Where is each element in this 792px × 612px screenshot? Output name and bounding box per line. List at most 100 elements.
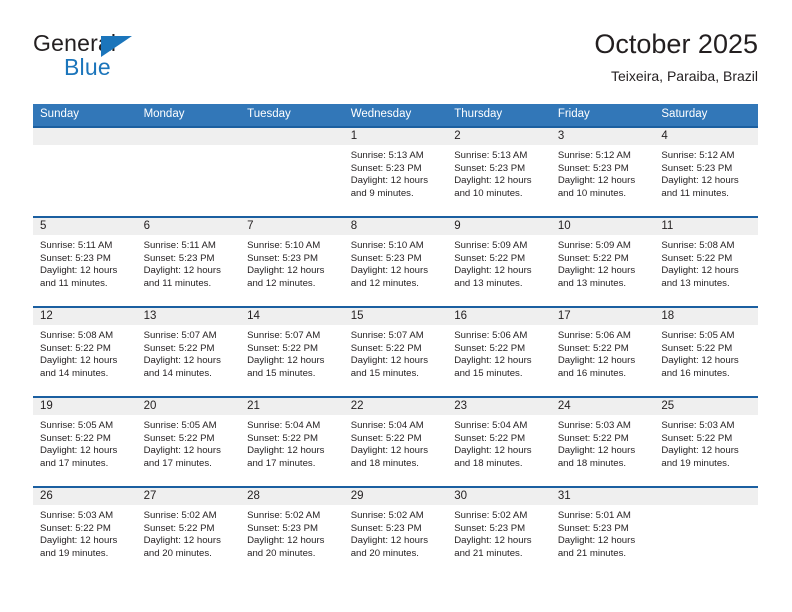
sun-times-line: Sunset: 5:23 PM bbox=[557, 522, 629, 534]
sun-times-line: Daylight: 12 hours bbox=[557, 535, 636, 547]
calendar-body: 1 Sunrise: 5:13 AM Sunset: 5:23 PM Daylight… bbox=[33, 126, 758, 576]
sun-times-details: Sunrise: 5:10 AM Sunset: 5:23 PM Daylight:… bbox=[240, 235, 344, 290]
sun-times-line: Sunrise: 5:07 AM bbox=[143, 330, 217, 341]
day-number: 26 bbox=[33, 488, 137, 505]
calendar-cell: 6 Sunrise: 5:11 AM Sunset: 5:23 PM Daylight… bbox=[136, 216, 241, 307]
day-number: 30 bbox=[447, 488, 551, 505]
sun-times-line: Sunrise: 5:02 AM bbox=[247, 510, 321, 521]
day-cell[interactable]: 25 Sunrise: 5:03 AM Sunset: 5:22 PM Dayligh… bbox=[654, 398, 758, 486]
brand-name-blue: Blue bbox=[64, 54, 111, 80]
calendar-grid: Sunday Monday Tuesday Wednesday Thursday Frid… bbox=[33, 104, 758, 576]
sun-times-line: Sunset: 5:22 PM bbox=[661, 252, 733, 264]
day-cell[interactable]: 20 Sunrise: 5:05 AM Sunset: 5:22 PM Dayligh… bbox=[136, 398, 241, 486]
day-cell[interactable]: 13 Sunrise: 5:07 AM Sunset: 5:22 PM Dayligh… bbox=[136, 308, 241, 396]
day-cell[interactable]: 8 Sunrise: 5:10 AM Sunset: 5:23 PM Daylight… bbox=[343, 218, 448, 306]
brand-logo[interactable]: General Blue bbox=[33, 28, 263, 86]
sun-times-line: and 11 minutes. bbox=[40, 277, 108, 289]
day-cell[interactable]: 24 Sunrise: 5:03 AM Sunset: 5:22 PM Dayligh… bbox=[550, 398, 655, 486]
day-number: 28 bbox=[240, 488, 344, 505]
day-cell[interactable]: 19 Sunrise: 5:05 AM Sunset: 5:22 PM Dayligh… bbox=[33, 398, 137, 486]
sun-times-details: Sunrise: 5:09 AM Sunset: 5:22 PM Daylight:… bbox=[447, 235, 551, 290]
sun-times-details: Sunrise: 5:05 AM Sunset: 5:22 PM Daylight:… bbox=[654, 325, 758, 380]
sun-times-line: Daylight: 12 hours bbox=[557, 175, 636, 187]
day-cell[interactable]: 5 Sunrise: 5:11 AM Sunset: 5:23 PM Daylight… bbox=[33, 218, 137, 306]
day-cell[interactable]: 21 Sunrise: 5:04 AM Sunset: 5:22 PM Dayligh… bbox=[240, 398, 344, 486]
sun-times-line: Sunset: 5:22 PM bbox=[350, 432, 422, 444]
day-cell[interactable]: 27 Sunrise: 5:02 AM Sunset: 5:22 PM Dayligh… bbox=[136, 488, 241, 576]
sun-times-line: Sunrise: 5:06 AM bbox=[557, 330, 631, 341]
sun-times-line: Sunset: 5:23 PM bbox=[247, 252, 319, 264]
sun-times-line: and 16 minutes. bbox=[661, 367, 730, 379]
day-cell[interactable]: 14 Sunrise: 5:07 AM Sunset: 5:22 PM Dayligh… bbox=[240, 308, 344, 396]
day-number: 12 bbox=[33, 308, 137, 325]
sun-times-line: and 14 minutes. bbox=[40, 367, 109, 379]
sun-times-line: Sunset: 5:23 PM bbox=[350, 162, 422, 174]
sun-times-line: Daylight: 12 hours bbox=[143, 355, 221, 367]
calendar-weekday-header-row: Sunday Monday Tuesday Wednesday Thursday Frid… bbox=[33, 104, 758, 127]
day-cell-empty bbox=[654, 488, 758, 576]
sun-times-details: Sunrise: 5:04 AM Sunset: 5:22 PM Daylight:… bbox=[344, 415, 448, 470]
sun-times-details: Sunrise: 5:03 AM Sunset: 5:22 PM Daylight:… bbox=[551, 415, 655, 470]
day-number: 27 bbox=[136, 488, 241, 505]
day-cell[interactable]: 3 Sunrise: 5:12 AM Sunset: 5:23 PM Daylight… bbox=[550, 128, 655, 216]
sun-times-line: Sunset: 5:22 PM bbox=[454, 432, 526, 444]
sun-times-line: Daylight: 12 hours bbox=[40, 535, 118, 547]
sun-times-line: and 21 minutes. bbox=[557, 547, 627, 559]
sun-times-line: and 11 minutes. bbox=[143, 277, 212, 289]
day-cell[interactable]: 2 Sunrise: 5:13 AM Sunset: 5:23 PM Daylight… bbox=[447, 128, 551, 216]
sun-times-details: Sunrise: 5:04 AM Sunset: 5:22 PM Daylight:… bbox=[240, 415, 344, 470]
sun-times-details: Sunrise: 5:02 AM Sunset: 5:23 PM Daylight:… bbox=[344, 505, 448, 560]
day-cell[interactable]: 18 Sunrise: 5:05 AM Sunset: 5:22 PM Dayligh… bbox=[654, 308, 758, 396]
sun-times-line: and 12 minutes. bbox=[350, 277, 419, 289]
day-number: 5 bbox=[33, 218, 137, 235]
day-cell-empty bbox=[240, 128, 344, 216]
day-cell[interactable]: 28 Sunrise: 5:02 AM Sunset: 5:23 PM Dayligh… bbox=[240, 488, 344, 576]
calendar-week-row: 19 Sunrise: 5:05 AM Sunset: 5:22 PM Dayligh… bbox=[33, 396, 758, 487]
sun-times-line: Sunset: 5:23 PM bbox=[661, 162, 733, 174]
day-number: 31 bbox=[550, 488, 655, 505]
page-subtitle-location: Teixeira, Paraiba, Brazil bbox=[610, 68, 758, 84]
day-number bbox=[136, 128, 241, 145]
sun-times-line: Sunrise: 5:04 AM bbox=[247, 420, 321, 431]
day-cell[interactable]: 10 Sunrise: 5:09 AM Sunset: 5:22 PM Dayligh… bbox=[550, 218, 655, 306]
day-cell[interactable]: 29 Sunrise: 5:02 AM Sunset: 5:23 PM Dayligh… bbox=[343, 488, 448, 576]
day-cell[interactable]: 23 Sunrise: 5:04 AM Sunset: 5:22 PM Dayligh… bbox=[447, 398, 551, 486]
sun-times-line: and 18 minutes. bbox=[454, 457, 523, 469]
sun-times-line: and 11 minutes. bbox=[661, 187, 729, 199]
day-cell[interactable]: 12 Sunrise: 5:08 AM Sunset: 5:22 PM Dayligh… bbox=[33, 308, 137, 396]
day-number: 19 bbox=[33, 398, 137, 415]
sun-times-line: Sunset: 5:22 PM bbox=[454, 342, 526, 354]
sun-times-line: Daylight: 12 hours bbox=[143, 265, 221, 277]
sun-times-line: Sunrise: 5:03 AM bbox=[661, 420, 735, 431]
weekday-header-sunday: Sunday bbox=[33, 104, 137, 127]
day-cell[interactable]: 26 Sunrise: 5:03 AM Sunset: 5:22 PM Dayligh… bbox=[33, 488, 137, 576]
calendar-cell: 10 Sunrise: 5:09 AM Sunset: 5:22 PM Dayligh… bbox=[550, 216, 655, 307]
day-cell[interactable]: 7 Sunrise: 5:10 AM Sunset: 5:23 PM Daylight… bbox=[240, 218, 344, 306]
day-cell[interactable]: 17 Sunrise: 5:06 AM Sunset: 5:22 PM Dayligh… bbox=[550, 308, 655, 396]
calendar-page: General Blue October 2025 Teixeira, Para… bbox=[0, 0, 792, 612]
calendar-cell: 23 Sunrise: 5:04 AM Sunset: 5:22 PM Dayligh… bbox=[447, 396, 551, 487]
day-cell[interactable]: 31 Sunrise: 5:01 AM Sunset: 5:23 PM Dayligh… bbox=[550, 488, 655, 576]
sun-times-line: Sunrise: 5:10 AM bbox=[350, 240, 424, 251]
sun-times-details: Sunrise: 5:07 AM Sunset: 5:22 PM Daylight:… bbox=[137, 325, 241, 380]
day-cell[interactable]: 15 Sunrise: 5:07 AM Sunset: 5:22 PM Dayligh… bbox=[343, 308, 448, 396]
day-cell[interactable]: 22 Sunrise: 5:04 AM Sunset: 5:22 PM Dayligh… bbox=[343, 398, 448, 486]
sun-times-line: Sunrise: 5:02 AM bbox=[350, 510, 424, 521]
sun-times-line: Sunrise: 5:09 AM bbox=[557, 240, 631, 251]
sun-times-line: Daylight: 12 hours bbox=[40, 355, 118, 367]
sun-times-line: Sunset: 5:22 PM bbox=[143, 432, 215, 444]
sun-times-line: and 16 minutes. bbox=[557, 367, 627, 379]
day-cell[interactable]: 9 Sunrise: 5:09 AM Sunset: 5:22 PM Daylight… bbox=[447, 218, 551, 306]
day-cell[interactable]: 1 Sunrise: 5:13 AM Sunset: 5:23 PM Daylight… bbox=[343, 128, 448, 216]
day-cell[interactable]: 4 Sunrise: 5:12 AM Sunset: 5:23 PM Daylight… bbox=[654, 128, 758, 216]
day-cell[interactable]: 16 Sunrise: 5:06 AM Sunset: 5:22 PM Dayligh… bbox=[447, 308, 551, 396]
sun-times-line: Daylight: 12 hours bbox=[557, 355, 636, 367]
day-number: 23 bbox=[447, 398, 551, 415]
day-cell[interactable]: 30 Sunrise: 5:02 AM Sunset: 5:23 PM Dayligh… bbox=[447, 488, 551, 576]
day-cell[interactable]: 11 Sunrise: 5:08 AM Sunset: 5:22 PM Dayligh… bbox=[654, 218, 758, 306]
sun-times-line: Daylight: 12 hours bbox=[247, 445, 325, 457]
sun-times-line: Daylight: 12 hours bbox=[661, 175, 739, 187]
sun-times-details: Sunrise: 5:03 AM Sunset: 5:22 PM Daylight:… bbox=[654, 415, 758, 470]
sun-times-line: Sunrise: 5:11 AM bbox=[143, 240, 216, 251]
day-cell[interactable]: 6 Sunrise: 5:11 AM Sunset: 5:23 PM Daylight… bbox=[136, 218, 241, 306]
